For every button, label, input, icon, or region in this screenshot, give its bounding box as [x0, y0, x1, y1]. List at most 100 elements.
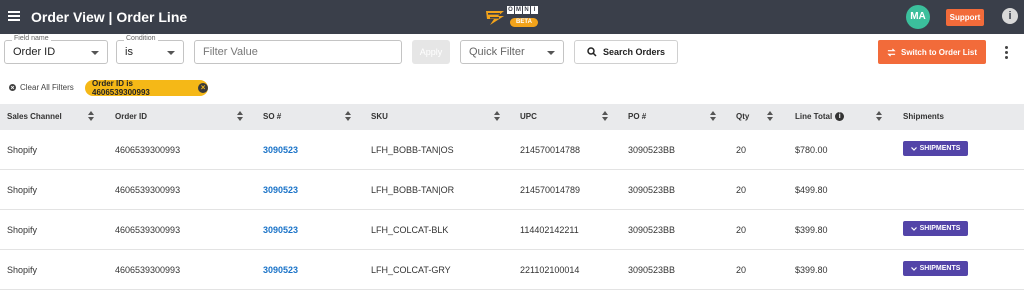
more-vert-icon[interactable]: [1005, 46, 1009, 60]
header-po[interactable]: PO #: [628, 112, 646, 121]
header-line-total[interactable]: Line Total i: [795, 112, 845, 122]
cell-upc: 214570014788: [520, 145, 581, 155]
field-name-value: Order ID: [13, 46, 56, 58]
cell-sku: LFH_COLCAT-BLK: [371, 225, 449, 235]
cell-sales-channel: Shopify: [7, 185, 38, 195]
chevron-down-icon: [910, 226, 917, 231]
logo-letter: M: [515, 6, 522, 14]
active-filter-chip-label: Order ID is 4606539300993: [92, 79, 150, 97]
shipments-button[interactable]: SHIPMENTS: [903, 261, 968, 276]
table-row: Shopify 4606539300993 3090523 LFH_BOBB-T…: [0, 170, 1024, 210]
shipments-button[interactable]: SHIPMENTS: [903, 141, 968, 156]
cell-sales-channel: Shopify: [7, 145, 38, 155]
shipments-button-label: SHIPMENTS: [919, 145, 961, 152]
shipments-button-label: SHIPMENTS: [919, 265, 961, 272]
header-line-total-label: Line Total: [795, 112, 833, 121]
cell-qty: 20: [736, 185, 747, 195]
header-upc[interactable]: UPC: [520, 112, 537, 121]
sort-icon[interactable]: [710, 111, 716, 122]
menu-icon[interactable]: [8, 11, 20, 21]
cell-so-link[interactable]: 3090523: [263, 225, 298, 235]
cell-upc: 114402142211: [520, 225, 579, 235]
cell-sales-channel: Shopify: [7, 265, 38, 275]
cell-sku: LFH_BOBB-TAN|OS: [371, 145, 454, 155]
switch-to-order-list-label: Switch to Order List: [900, 47, 977, 57]
header-sku[interactable]: SKU: [371, 112, 388, 121]
field-name-label: Field name: [12, 35, 51, 42]
chevron-down-icon: [167, 51, 175, 55]
switch-to-order-list-button[interactable]: Switch to Order List: [878, 40, 986, 64]
search-orders-label: Search Orders: [602, 47, 666, 57]
info-icon[interactable]: i: [835, 112, 845, 122]
beta-badge: BETA: [510, 18, 538, 27]
chevron-down-icon: [547, 51, 555, 55]
sort-icon[interactable]: [345, 111, 351, 122]
support-button[interactable]: Support: [946, 9, 984, 26]
cell-order-id: 4606539300993: [115, 185, 181, 195]
clear-all-filters-button[interactable]: Clear All Filters: [9, 83, 74, 92]
cell-so-link[interactable]: 3090523: [263, 145, 298, 155]
sort-icon[interactable]: [876, 111, 882, 122]
header-shipments: Shipments: [903, 112, 944, 121]
sort-icon[interactable]: [88, 111, 94, 122]
cell-upc: 221102100014: [520, 265, 580, 275]
swap-icon: [887, 47, 896, 57]
cell-qty: 20: [736, 225, 747, 235]
header-so[interactable]: SO #: [263, 112, 281, 121]
shipments-button[interactable]: SHIPMENTS: [903, 221, 968, 236]
logo-letter: N: [523, 6, 530, 14]
quick-filter-select[interactable]: Quick Filter: [460, 40, 564, 64]
search-icon: [587, 47, 597, 57]
condition-select[interactable]: Condition is: [116, 35, 184, 64]
cell-po: 3090523BB: [628, 145, 676, 155]
quick-filter-value: Quick Filter: [469, 46, 525, 58]
apply-button[interactable]: Apply: [412, 40, 450, 64]
cell-order-id: 4606539300993: [115, 265, 181, 275]
logo-letter: I: [531, 6, 538, 14]
table-row: Shopify 4606539300993 3090523 LFH_BOBB-T…: [0, 130, 1024, 170]
close-circle-icon: [9, 84, 16, 91]
logo-wordmark: O M N I: [507, 6, 538, 14]
header-sales-channel[interactable]: Sales Channel: [7, 112, 62, 121]
cell-line-total: $399.80: [795, 225, 828, 235]
page-title: Order View | Order Line: [31, 9, 188, 25]
info-icon[interactable]: i: [1002, 8, 1018, 24]
table-row: Shopify 4606539300993 3090523 LFH_COLCAT…: [0, 210, 1024, 250]
user-avatar[interactable]: MA: [906, 5, 930, 29]
cell-order-id: 4606539300993: [115, 225, 181, 235]
field-name-select[interactable]: Field name Order ID: [4, 35, 108, 64]
cell-po: 3090523BB: [628, 185, 676, 195]
cell-upc: 214570014789: [520, 185, 581, 195]
active-filter-chip: Order ID is 4606539300993 ×: [85, 79, 208, 97]
sort-icon[interactable]: [767, 111, 773, 122]
condition-label: Condition: [124, 35, 158, 42]
shipments-button-label: SHIPMENTS: [919, 225, 961, 232]
cell-sku: LFH_COLCAT-GRY: [371, 265, 451, 275]
header-qty[interactable]: Qty: [736, 112, 749, 121]
header-order-id[interactable]: Order ID: [115, 112, 147, 121]
cell-line-total: $499.80: [795, 185, 828, 195]
chevron-down-icon: [91, 51, 99, 55]
condition-value: is: [125, 46, 133, 58]
table-row: Shopify 4606539300993 3090523 LFH_COLCAT…: [0, 250, 1024, 290]
sort-icon[interactable]: [602, 111, 608, 122]
chevron-down-icon: [910, 146, 917, 151]
cell-order-id: 4606539300993: [115, 145, 181, 155]
cell-qty: 20: [736, 265, 747, 275]
close-icon[interactable]: ×: [198, 83, 208, 93]
cell-po: 3090523BB: [628, 265, 676, 275]
sort-icon[interactable]: [494, 111, 500, 122]
filter-value-input[interactable]: [194, 40, 402, 64]
cell-qty: 20: [736, 145, 747, 155]
cell-so-link[interactable]: 3090523: [263, 185, 298, 195]
logo-letter: O: [507, 6, 514, 14]
table-header: Sales Channel Order ID SO # SKU UPC PO #…: [0, 104, 1024, 130]
cell-sales-channel: Shopify: [7, 225, 38, 235]
search-orders-button[interactable]: Search Orders: [574, 40, 678, 64]
top-app-bar: Order View | Order Line O M N I BETA MA …: [0, 0, 1024, 34]
cell-line-total: $399.80: [795, 265, 828, 275]
chevron-down-icon: [910, 266, 917, 271]
cell-po: 3090523BB: [628, 225, 676, 235]
cell-so-link[interactable]: 3090523: [263, 265, 298, 275]
sort-icon[interactable]: [237, 111, 243, 122]
